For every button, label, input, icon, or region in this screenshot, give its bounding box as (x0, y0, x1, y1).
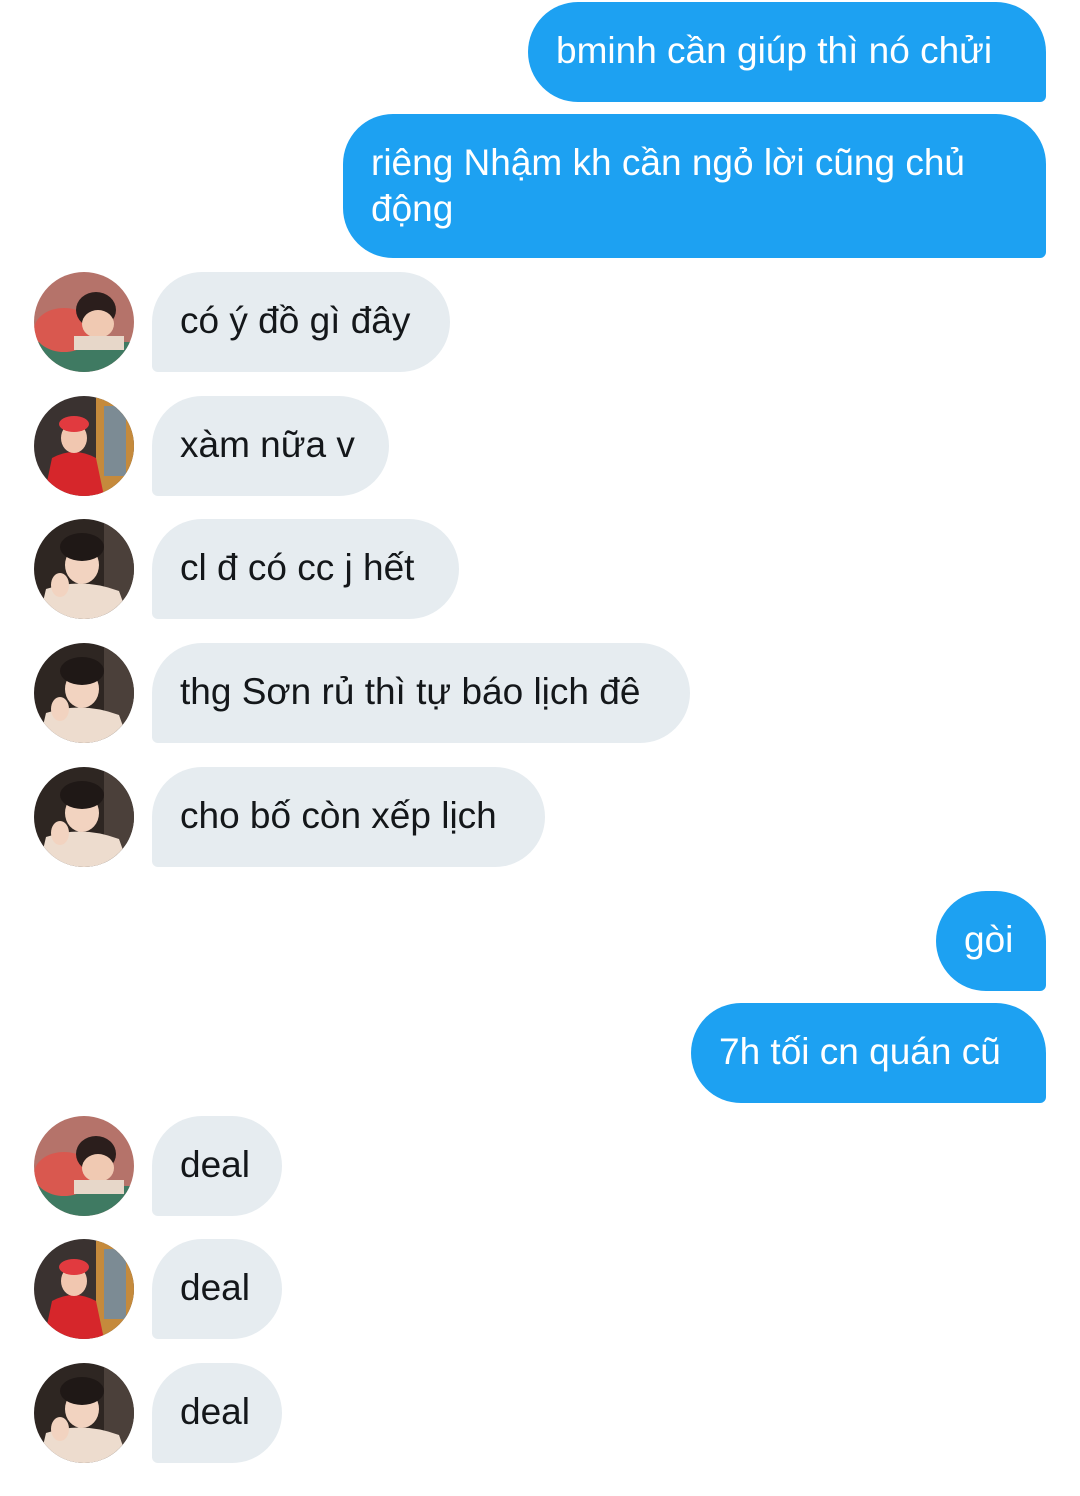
message-bubble-incoming[interactable]: thg Sơn rủ thì tự báo lịch đê (152, 643, 690, 743)
message-bubble-incoming[interactable]: cho bố còn xếp lịch (152, 767, 545, 867)
avatar-b[interactable] (34, 396, 134, 496)
message-bubble-outgoing[interactable]: gòi (936, 891, 1046, 991)
message-bubble-incoming[interactable]: deal (152, 1363, 282, 1463)
message-bubble-incoming[interactable]: cl đ có cc j hết (152, 519, 459, 619)
message-bubble-incoming[interactable]: xàm nữa v (152, 396, 389, 496)
message-bubble-incoming[interactable]: deal (152, 1239, 282, 1339)
avatar-b[interactable] (34, 1239, 134, 1339)
avatar-c[interactable] (34, 643, 134, 743)
avatar-a[interactable] (34, 1116, 134, 1216)
message-bubble-incoming[interactable]: có ý đồ gì đây (152, 272, 450, 372)
avatar-c[interactable] (34, 767, 134, 867)
message-bubble-outgoing[interactable]: 7h tối cn quán cũ (691, 1003, 1046, 1103)
avatar-a[interactable] (34, 272, 134, 372)
message-thread[interactable]: bminh cần giúp thì nó chửi riêng Nhậm kh… (0, 0, 1080, 1496)
avatar-c[interactable] (34, 519, 134, 619)
avatar-c[interactable] (34, 1363, 134, 1463)
message-bubble-outgoing[interactable]: riêng Nhậm kh cần ngỏ lời cũng chủ động (343, 114, 1046, 258)
message-bubble-outgoing[interactable]: bminh cần giúp thì nó chửi (528, 2, 1046, 102)
message-bubble-incoming[interactable]: deal (152, 1116, 282, 1216)
